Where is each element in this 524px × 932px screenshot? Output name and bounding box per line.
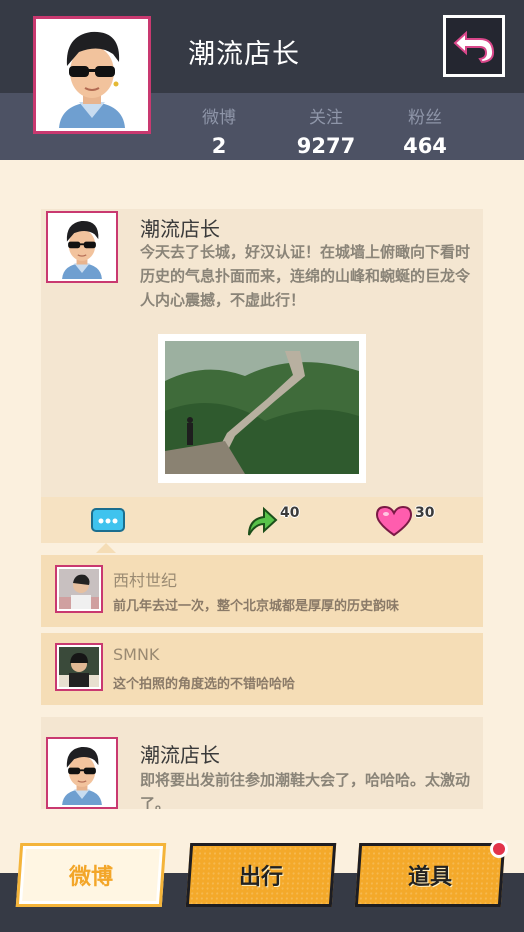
- stat-value: 2: [211, 134, 227, 158]
- post-author: 潮流店长: [140, 743, 220, 767]
- stat-following[interactable]: 关注 9277: [286, 103, 366, 158]
- comment-avatar: [55, 565, 103, 613]
- user-photo-icon: [59, 569, 99, 609]
- post-text: 即将要出发前往参加潮鞋大会了，哈哈哈。太激动了。: [140, 771, 471, 809]
- like-button[interactable]: 30: [375, 505, 434, 537]
- profile-avatar[interactable]: [33, 16, 151, 134]
- forward-count: 40: [280, 505, 300, 521]
- tab-items[interactable]: 道具: [354, 843, 506, 907]
- comment-text: 这个拍照的角度选的不错哈哈哈: [113, 677, 296, 692]
- like-count: 30: [415, 505, 435, 521]
- stat-label: 关注: [309, 108, 343, 128]
- comment-bubble-icon: [91, 508, 125, 532]
- stat-value: 9277: [296, 134, 356, 158]
- post-action-bar: 40 30: [41, 497, 483, 543]
- avatar-portrait-icon: [50, 741, 114, 805]
- comments-pointer: [96, 543, 116, 553]
- comment-avatar: [55, 643, 103, 691]
- tab-weibo[interactable]: 微博: [15, 843, 167, 907]
- comment-item[interactable]: SMNK 这个拍照的角度选的不错哈哈哈: [41, 633, 483, 705]
- post-photo[interactable]: [158, 334, 366, 483]
- heart-icon: [375, 505, 413, 537]
- comment-author: 西村世纪: [113, 571, 178, 590]
- post-card: 潮流店长 今天去了长城，好汉认证！在城墙上俯瞰向下看时历史的气息扑面而来，连绵的…: [41, 209, 483, 497]
- stat-weibo[interactable]: 微博 2: [179, 103, 259, 158]
- post-author: 潮流店长: [140, 217, 220, 241]
- tab-label: 道具: [407, 865, 452, 890]
- comment-author: SMNK: [113, 645, 160, 664]
- stat-value: 464: [403, 134, 447, 158]
- back-arrow-icon: [453, 30, 495, 63]
- stat-label: 粉丝: [408, 108, 442, 128]
- post-text: 今天去了长城，好汉认证！在城墙上俯瞰向下看时历史的气息扑面而来，连绵的山峰和蜿蜒…: [140, 243, 471, 309]
- forward-button[interactable]: 40: [246, 505, 299, 537]
- stat-label: 微博: [202, 108, 236, 128]
- feed-list[interactable]: 潮流店长 今天去了长城，好汉认证！在城墙上俯瞰向下看时历史的气息扑面而来，连绵的…: [41, 209, 483, 809]
- post-avatar[interactable]: [46, 211, 118, 283]
- stat-fans[interactable]: 粉丝 464: [385, 103, 465, 158]
- post-card: 潮流店长 即将要出发前往参加潮鞋大会了，哈哈哈。太激动了。: [41, 717, 483, 809]
- tab-label: 出行: [238, 865, 283, 890]
- tab-label: 微博: [68, 865, 113, 890]
- avatar-portrait-icon: [39, 22, 145, 128]
- tab-travel[interactable]: 出行: [185, 843, 337, 907]
- avatar-portrait-icon: [50, 215, 114, 279]
- comment-text: 前几年去过一次，整个北京城都是厚厚的历史韵味: [113, 599, 400, 614]
- profile-name: 潮流店长: [188, 39, 300, 70]
- post-avatar[interactable]: [46, 737, 118, 809]
- great-wall-photo-icon: [165, 341, 359, 474]
- comment-button[interactable]: [91, 505, 125, 537]
- notification-dot: [490, 840, 508, 858]
- comment-item[interactable]: 西村世纪 前几年去过一次，整个北京城都是厚厚的历史韵味: [41, 555, 483, 627]
- user-photo-icon: [59, 647, 99, 687]
- forward-arrow-icon: [248, 506, 278, 536]
- back-button[interactable]: [443, 15, 505, 77]
